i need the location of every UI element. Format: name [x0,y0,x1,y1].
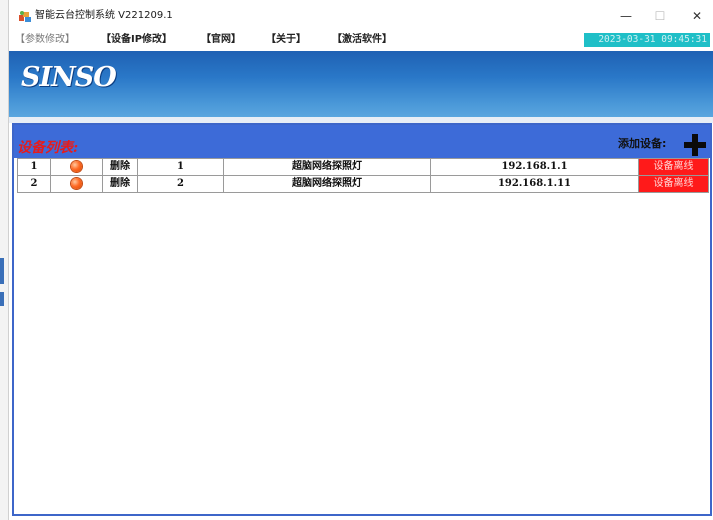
minimize-button[interactable]: — [613,5,639,27]
device-table: 1 删除 1 超脑网络探照灯 192.168.1.1 设备离线 2 删除 2 超… [17,158,709,193]
add-device-label: 添加设备: [618,137,667,150]
desktop-taskbar-tick [0,258,4,284]
device-ip: 192.168.1.11 [430,175,639,193]
menu-website[interactable]: 【官网】 [201,32,241,48]
menu-activate-software[interactable]: 【激活软件】 [332,32,392,48]
status-led-icon [71,161,82,172]
device-index: 1 [17,158,51,176]
menu-device-ip-edit[interactable]: 【设备IP修改】 [101,32,172,48]
window-title: 智能云台控制系统 V221209.1 [35,10,173,21]
app-window: 智能云台控制系统 V221209.1 — ☐ ✕ 【参数修改】 【设备IP修改】… [8,0,713,520]
brand-logo: SINSO [21,62,117,93]
desktop-taskbar-tick [0,292,4,306]
device-name: 超脑网络探照灯 [223,175,431,193]
title-bar: 智能云台控制系统 V221209.1 — ☐ ✕ [9,0,713,32]
status-led-icon [71,178,82,189]
device-id: 1 [137,158,224,176]
device-list-header: 设备列表: 添加设备: [14,125,710,158]
close-button[interactable]: ✕ [684,5,710,27]
device-status-badge: 设备离线 [638,158,709,176]
table-row[interactable]: 1 删除 1 超脑网络探照灯 192.168.1.1 设备离线 [17,158,709,176]
menu-param-edit[interactable]: 【参数修改】 [15,32,75,48]
delete-device-button[interactable]: 删除 [102,158,138,176]
desktop-background-strip [0,0,8,520]
datetime-display: 2023-03-31 09:45:31 [584,33,710,47]
device-index: 2 [17,175,51,193]
device-name: 超脑网络探照灯 [223,158,431,176]
device-id: 2 [137,175,224,193]
menu-about[interactable]: 【关于】 [266,32,306,48]
app-icon [19,11,31,22]
header-banner: SINSO [9,51,713,117]
delete-device-button[interactable]: 删除 [102,175,138,193]
status-led-cell [50,175,103,193]
device-list-panel: 设备列表: 添加设备: 1 删除 1 超脑网络探照灯 192.168.1.1 设… [12,123,712,516]
maximize-button[interactable]: ☐ [647,5,673,27]
device-status-badge: 设备离线 [638,175,709,193]
device-ip: 192.168.1.1 [430,158,639,176]
device-list-title: 设备列表: [17,140,79,156]
table-row[interactable]: 2 删除 2 超脑网络探照灯 192.168.1.11 设备离线 [17,175,709,193]
add-device-button[interactable] [684,134,706,156]
status-led-cell [50,158,103,176]
plus-icon-stem [692,134,698,156]
